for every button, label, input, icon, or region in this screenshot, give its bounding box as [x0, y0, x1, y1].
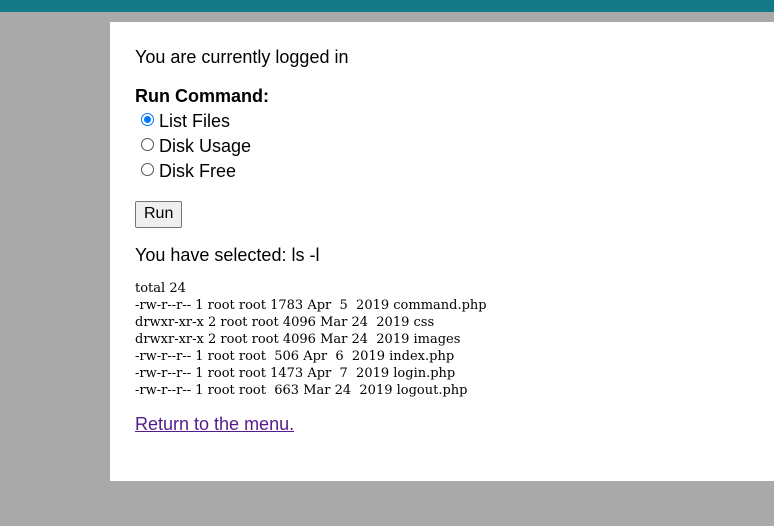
radio-option-list-files[interactable]: List Files — [135, 109, 749, 134]
login-status: You are currently logged in — [135, 47, 349, 67]
run-button[interactable]: Run — [135, 201, 183, 228]
return-to-menu-link[interactable]: Return to the menu. — [135, 413, 294, 435]
output-line: total 24 — [135, 281, 186, 296]
command-output: total 24 -rw-r--r-- 1 root root 1783 Apr… — [135, 280, 749, 399]
output-line: -rw-r--r-- 1 root root 663 Mar 24 2019 l… — [135, 383, 468, 398]
output-line: -rw-r--r-- 1 root root 1473 Apr 7 2019 l… — [135, 366, 456, 381]
content-panel: You are currently logged in Run Command:… — [110, 22, 774, 481]
top-bar — [0, 0, 774, 12]
radio-button-list-files[interactable] — [141, 113, 154, 126]
radio-label-disk-free[interactable]: Disk Free — [159, 161, 236, 182]
run-command-heading: Run Command: — [135, 86, 269, 106]
radio-option-disk-free[interactable]: Disk Free — [135, 159, 749, 184]
radio-label-disk-usage[interactable]: Disk Usage — [159, 136, 251, 157]
output-line: drwxr-xr-x 2 root root 4096 Mar 24 2019 … — [135, 315, 435, 330]
radio-button-disk-usage[interactable] — [141, 138, 154, 151]
radio-button-disk-free[interactable] — [141, 163, 154, 176]
selected-command-text: You have selected: ls -l — [135, 245, 320, 265]
output-line: drwxr-xr-x 2 root root 4096 Mar 24 2019 … — [135, 332, 461, 347]
radio-label-list-files[interactable]: List Files — [159, 111, 230, 132]
output-line: -rw-r--r-- 1 root root 506 Apr 6 2019 in… — [135, 349, 455, 364]
radio-option-disk-usage[interactable]: Disk Usage — [135, 134, 749, 159]
output-line: -rw-r--r-- 1 root root 1783 Apr 5 2019 c… — [135, 298, 487, 313]
